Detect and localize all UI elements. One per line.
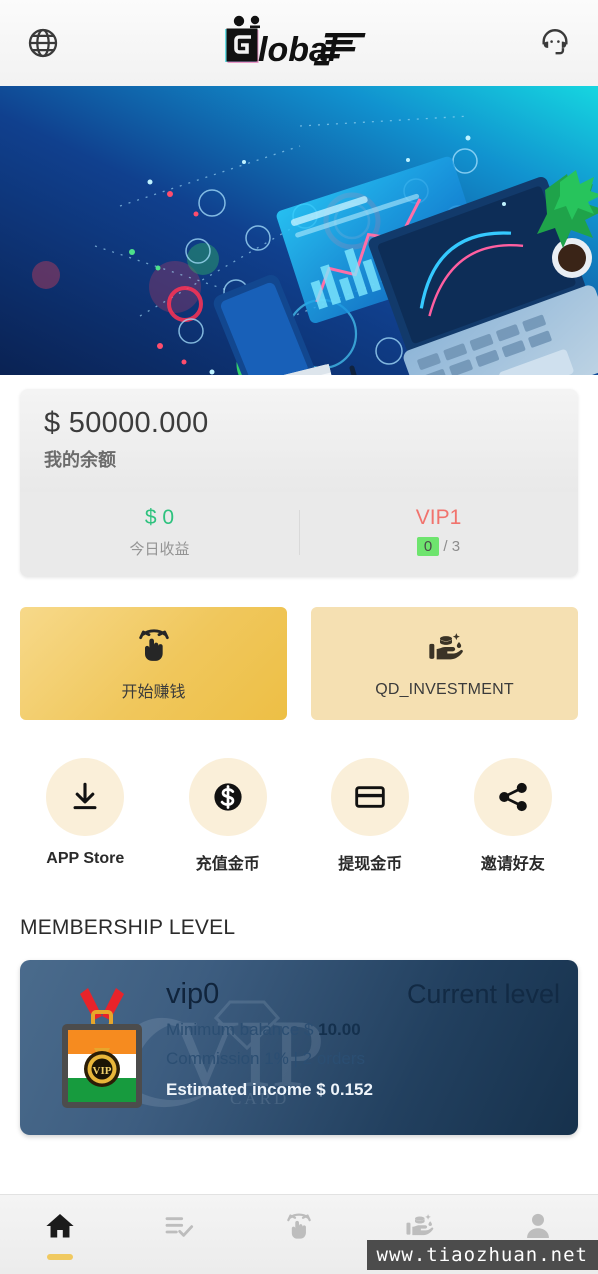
nav-item-earn[interactable] bbox=[239, 1210, 359, 1260]
quick-action-app-store[interactable]: APP Store bbox=[14, 758, 157, 874]
nav-item-tasks[interactable] bbox=[120, 1210, 240, 1260]
quick-action-label: 充值金币 bbox=[195, 856, 260, 874]
today-income-label: 今日收益 bbox=[129, 541, 190, 559]
vip-progress-total: / 3 bbox=[443, 538, 461, 556]
start-earning-label: 开始赚钱 bbox=[121, 684, 186, 702]
qd-investment-label: QD_INVESTMENT bbox=[375, 681, 514, 699]
quick-action-invite[interactable]: 邀请好友 bbox=[442, 758, 585, 874]
balance-label: 我的余额 bbox=[44, 450, 116, 471]
vip-medal-badge-icon: VIP bbox=[62, 988, 142, 1109]
headset-support-icon[interactable] bbox=[534, 22, 576, 64]
dollar-coin-icon bbox=[188, 758, 267, 837]
quick-action-recharge[interactable]: 充值金币 bbox=[157, 758, 300, 874]
membership-min-balance: Minimum balance $ 10.00 bbox=[166, 1020, 560, 1040]
tap-gesture-icon bbox=[283, 1210, 315, 1247]
quick-action-label: 提现金币 bbox=[338, 856, 403, 874]
membership-level-card[interactable]: VIP CARD VIP vip0 Current level Minimum … bbox=[20, 960, 578, 1136]
quick-action-withdraw[interactable]: 提现金币 bbox=[299, 758, 442, 874]
site-watermark: www.tiaozhuan.net bbox=[366, 1240, 598, 1270]
nav-item-home[interactable] bbox=[0, 1210, 120, 1260]
membership-estimated-income: Estimated income $ 0.152 bbox=[166, 1080, 373, 1100]
balance-top: $ 50000.000 我的余额 bbox=[20, 389, 578, 493]
balance-stats: $ 0 今日收益 VIP1 0 / 3 bbox=[20, 492, 578, 578]
balance-card: $ 50000.000 我的余额 $ 0 今日收益 VIP1 0 / 3 bbox=[20, 389, 578, 578]
app-screen: lobal $ 50000.000 我的余额 $ 0 今日收益 VIP1 0 /… bbox=[0, 0, 598, 1274]
quick-action-label: 邀请好友 bbox=[480, 856, 545, 874]
vip-progress-count: 0 bbox=[416, 537, 440, 557]
tap-gesture-icon bbox=[134, 625, 174, 670]
hand-coins-icon bbox=[425, 628, 465, 673]
today-income-stat: $ 0 今日收益 bbox=[20, 506, 299, 559]
quick-actions: APP Store 充值金币 提现金币 邀请好友 bbox=[14, 758, 584, 874]
membership-min-balance-label: Minimum balance $ bbox=[166, 1020, 319, 1040]
share-icon bbox=[473, 758, 552, 837]
vip-level-value: VIP1 bbox=[415, 506, 462, 530]
promo-banner[interactable] bbox=[0, 86, 598, 375]
home-icon bbox=[44, 1210, 76, 1247]
quick-action-label: APP Store bbox=[46, 850, 125, 868]
vip-stat: VIP1 0 / 3 bbox=[299, 506, 578, 559]
qd-investment-button[interactable]: QD_INVESTMENT bbox=[311, 607, 578, 721]
primary-actions: 开始赚钱 QD_INVESTMENT bbox=[20, 607, 578, 721]
svg-text:VIP: VIP bbox=[93, 1065, 112, 1077]
membership-current-tag: Current level bbox=[406, 979, 560, 1010]
membership-level-name: vip0 bbox=[166, 978, 220, 1011]
start-earning-button[interactable]: 开始赚钱 bbox=[20, 607, 287, 721]
membership-commission: Commission 1% | 2 orders bbox=[166, 1049, 366, 1069]
download-icon bbox=[46, 758, 125, 837]
today-income-value: $ 0 bbox=[144, 506, 175, 530]
membership-details: vip0 Current level Minimum balance $ 10.… bbox=[166, 978, 560, 1100]
membership-section-title: MEMBERSHIP LEVEL bbox=[20, 916, 236, 940]
nav-active-indicator bbox=[46, 1253, 73, 1260]
app-header: lobal bbox=[0, 0, 598, 86]
app-logo: lobal bbox=[64, 12, 534, 74]
globe-icon[interactable] bbox=[22, 22, 64, 64]
task-list-check-icon bbox=[163, 1210, 195, 1247]
balance-amount: $ 50000.000 bbox=[44, 407, 209, 439]
banner-illustration bbox=[0, 86, 598, 375]
credit-card-icon bbox=[331, 758, 410, 837]
membership-min-balance-value: 10.00 bbox=[318, 1020, 361, 1040]
vip-progress: 0 / 3 bbox=[299, 537, 578, 557]
